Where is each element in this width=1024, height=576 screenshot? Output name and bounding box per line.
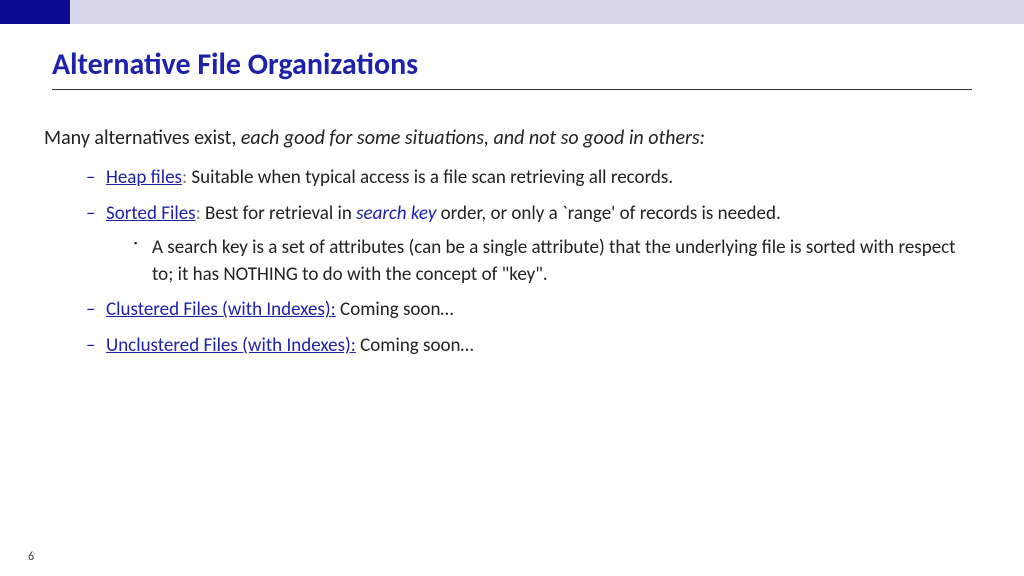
term-sorted-files: Sorted Files — [106, 202, 196, 225]
list-item: Heap files: Suitable when typical access… — [86, 164, 980, 192]
intro-italic: each good for some situations, and not s… — [241, 126, 705, 150]
term-heap-files: Heap files — [106, 166, 182, 189]
header-bar — [0, 0, 1024, 24]
sub-item: A search key is a set of attributes (can… — [134, 235, 980, 288]
slide-title: Alternative File Organizations — [52, 46, 1024, 83]
title-underline — [52, 89, 972, 90]
item-rest: Coming soon… — [336, 298, 454, 321]
list-item: Unclustered Files (with Indexes): Coming… — [86, 332, 980, 360]
intro-plain: Many alternatives exist, — [44, 126, 241, 150]
slide-body: Many alternatives exist, each good for s… — [44, 126, 980, 359]
page-number: 6 — [28, 550, 34, 564]
term-unclustered: Unclustered Files (with Indexes): — [106, 334, 356, 357]
bullet-list: Heap files: Suitable when typical access… — [86, 164, 980, 359]
sub-list: A search key is a set of attributes (can… — [134, 235, 980, 288]
item-rest-a: Best for retrieval in — [201, 202, 356, 225]
item-rest: Suitable when typical access is a file s… — [187, 166, 673, 189]
header-accent — [0, 0, 70, 24]
term-clustered: Clustered Files (with Indexes): — [106, 298, 336, 321]
item-rest-b: order, or only a `range' of records is n… — [436, 202, 780, 225]
list-item: Clustered Files (with Indexes): Coming s… — [86, 296, 980, 324]
list-item: Sorted Files: Best for retrieval in sear… — [86, 200, 980, 289]
item-rest: Coming soon… — [356, 334, 474, 357]
intro-text: Many alternatives exist, each good for s… — [44, 126, 980, 150]
search-key-em: search key — [356, 202, 436, 225]
